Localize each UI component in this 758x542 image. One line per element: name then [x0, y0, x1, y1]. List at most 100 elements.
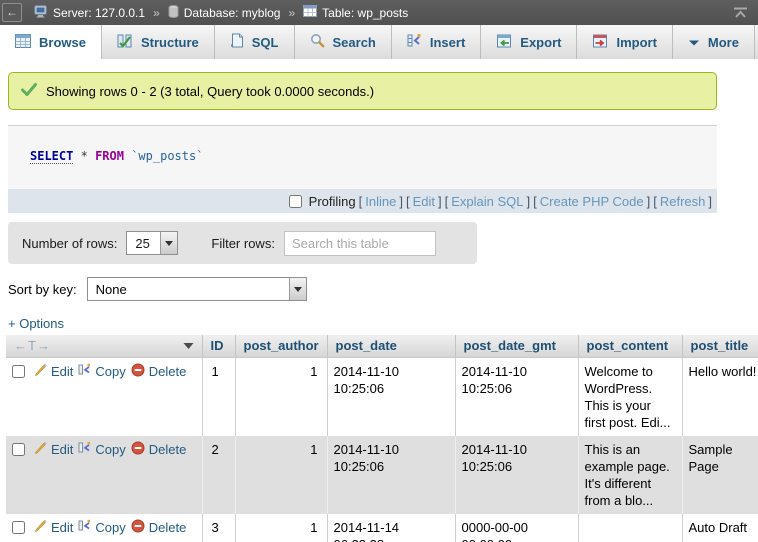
back-button[interactable]: ←	[2, 3, 22, 22]
row-controls-bar: Number of rows: 25 Filter rows:	[8, 222, 477, 264]
query-section: SELECT * FROM `wp_posts` Profiling [ Inl…	[8, 125, 717, 213]
cell-post-title: Auto Draft	[682, 514, 758, 542]
table-icon	[303, 5, 317, 20]
tab-more[interactable]: More	[673, 25, 755, 59]
profiling-checkbox[interactable]	[289, 195, 302, 208]
bracket: ]	[438, 194, 442, 209]
num-rows-value: 25	[127, 232, 160, 254]
copy-row-link[interactable]: Copy	[78, 441, 125, 458]
column-header-post-date-gmt[interactable]: post_date_gmt	[455, 335, 578, 357]
bracket: [	[445, 194, 449, 209]
cell-post-author: 1	[235, 357, 327, 436]
edit-row-link[interactable]: Edit	[34, 363, 73, 380]
delete-row-link[interactable]: Delete	[131, 519, 187, 537]
breadcrumb-separator: »	[153, 6, 160, 20]
cell-id: 2	[202, 436, 235, 514]
cell-post-title: Sample Page	[682, 436, 758, 514]
sort-by-key-select[interactable]: None	[87, 277, 307, 301]
server-icon	[34, 5, 48, 21]
row-checkbox[interactable]	[12, 521, 25, 534]
edit-row-link[interactable]: Edit	[34, 519, 73, 536]
collapse-topbar-icon[interactable]	[733, 7, 748, 19]
structure-icon	[117, 34, 133, 51]
tab-import[interactable]: Import	[577, 25, 672, 59]
tab-browse[interactable]: Browse	[0, 25, 102, 59]
sql-keyword-from: FROM	[95, 149, 124, 163]
edit-row-link[interactable]: Edit	[34, 441, 73, 458]
bracket: ]	[647, 194, 651, 209]
search-icon	[310, 33, 325, 51]
copy-icon	[78, 441, 91, 458]
refresh-link[interactable]: Refresh	[660, 194, 706, 209]
cell-post-author: 1	[235, 436, 327, 514]
breadcrumb-separator: »	[288, 6, 295, 20]
database-icon	[168, 5, 179, 21]
sql-icon	[230, 33, 244, 51]
column-header-post-content[interactable]: post_content	[578, 335, 682, 357]
sql-table-identifier: `wp_posts`	[131, 149, 203, 163]
breadcrumb-server[interactable]: Server: 127.0.0.1	[34, 5, 145, 21]
tab-structure[interactable]: Structure	[102, 25, 215, 59]
column-header-post-date[interactable]: post_date	[327, 335, 455, 357]
num-rows-select[interactable]: 25	[126, 231, 178, 255]
cell-id: 3	[202, 514, 235, 542]
insert-icon	[407, 33, 422, 51]
row-checkbox[interactable]	[12, 365, 25, 378]
filter-rows-label: Filter rows:	[211, 236, 275, 251]
tab-insert[interactable]: Insert	[392, 25, 481, 59]
num-rows-label: Number of rows:	[22, 236, 117, 251]
column-header-post-author[interactable]: post_author	[235, 335, 327, 357]
sort-options-icon[interactable]	[183, 338, 194, 353]
create-php-code-link[interactable]: Create PHP Code	[540, 194, 644, 209]
copy-row-link[interactable]: Copy	[78, 363, 125, 380]
breadcrumb-bar: ← Server: 127.0.0.1 » Database: myblog »…	[0, 0, 758, 25]
table-header-row: ←T→ ID post_author post_date post_date_g…	[6, 335, 758, 357]
breadcrumb-database[interactable]: Database: myblog	[168, 5, 281, 21]
sql-query-display: SELECT * FROM `wp_posts`	[8, 126, 717, 189]
breadcrumb-table[interactable]: Table: wp_posts	[303, 5, 408, 20]
explain-sql-link[interactable]: Explain SQL	[451, 194, 523, 209]
cell-post-date: 2014-11-14 06:33:38	[327, 514, 455, 542]
table-tabs: Browse Structure SQL Search Insert Expor…	[0, 25, 758, 59]
table-row: Edit Copy Delete 3 1 2014-11-14 06:33:38…	[6, 514, 758, 542]
delete-icon	[131, 519, 145, 537]
breadcrumb-table-label: Table: wp_posts	[322, 6, 408, 20]
column-header-id[interactable]: ID	[202, 335, 235, 357]
tab-sql[interactable]: SQL	[215, 25, 295, 59]
cell-id: 1	[202, 357, 235, 436]
chevron-down-icon	[688, 35, 700, 50]
bracket: [	[653, 194, 657, 209]
column-header-post-title[interactable]: post_title	[682, 335, 758, 357]
bracket: ]	[527, 194, 531, 209]
tab-import-label: Import	[616, 35, 656, 50]
cell-post-date: 2014-11-10 10:25:06	[327, 357, 455, 436]
tab-export[interactable]: Export	[481, 25, 577, 59]
delete-row-link[interactable]: Delete	[131, 441, 187, 459]
bracket: [	[533, 194, 537, 209]
delete-icon	[131, 441, 145, 459]
column-header-actions: ←T→	[6, 335, 202, 357]
filter-rows-input[interactable]	[284, 231, 436, 256]
sql-star: *	[81, 149, 88, 163]
copy-icon	[78, 363, 91, 380]
success-message-text: Showing rows 0 - 2 (3 total, Query took …	[46, 84, 374, 99]
cell-post-author: 1	[235, 514, 327, 542]
edit-query-link[interactable]: Edit	[413, 194, 435, 209]
copy-row-link[interactable]: Copy	[78, 519, 125, 536]
inline-link[interactable]: Inline	[365, 194, 396, 209]
results-table: ←T→ ID post_author post_date post_date_g…	[6, 335, 758, 542]
options-toggle-link[interactable]: + Options	[8, 316, 64, 331]
cell-post-date-gmt: 2014-11-10 10:25:06	[455, 357, 578, 436]
breadcrumb-database-label: Database: myblog	[184, 6, 281, 20]
sql-keyword-select[interactable]: SELECT	[30, 149, 73, 164]
delete-row-link[interactable]: Delete	[131, 363, 187, 381]
delete-icon	[131, 363, 145, 381]
row-checkbox[interactable]	[12, 443, 25, 456]
tab-search[interactable]: Search	[295, 25, 392, 59]
tab-insert-label: Insert	[430, 35, 465, 50]
cell-post-content: Welcome to WordPress. This is your first…	[578, 357, 682, 436]
cell-post-date: 2014-11-10 10:25:06	[327, 436, 455, 514]
pencil-icon	[34, 519, 47, 536]
tab-export-label: Export	[520, 35, 561, 50]
column-reorder-arrows[interactable]: ←T→	[14, 338, 51, 353]
